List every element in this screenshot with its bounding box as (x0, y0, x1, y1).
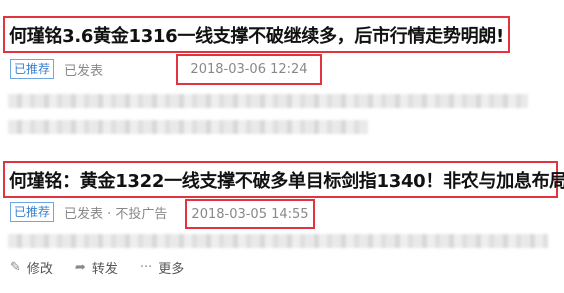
post-action-bar: ✎ 修改 ➦ 转发 ··· 更多 (10, 258, 206, 277)
post-date-highlight: 2018-03-05 14:55 (185, 199, 315, 229)
blurred-excerpt (8, 234, 548, 248)
recommended-badge: 已推荐 (10, 59, 55, 79)
post-date: 2018-03-06 12:24 (190, 62, 308, 77)
post-meta: 已推荐 已发表 · 不投广告 (10, 201, 167, 223)
post-date: 2018-03-05 14:55 (191, 206, 309, 222)
post-title-highlight[interactable]: 何瑾铭：黄金1322一线支撑不破多单目标剑指1340！非农与加息布局 (3, 161, 564, 198)
forward-button[interactable]: ➦ 转发 (75, 258, 118, 277)
edit-label: 修改 (26, 262, 53, 277)
forward-label: 转发 (91, 262, 118, 277)
more-label: 更多 (158, 262, 185, 277)
post-title[interactable]: 何瑾铭3.6黄金1316一线支撑不破继续多，后市行情走势明朗! (9, 22, 504, 48)
post-meta: 已推荐 已发表 (10, 58, 103, 80)
blurred-excerpt (8, 94, 528, 108)
post-title-highlight[interactable]: 何瑾铭3.6黄金1316一线支撑不破继续多，后市行情走势明朗! (3, 16, 510, 53)
blurred-excerpt (8, 120, 368, 134)
ellipsis-icon: ··· (139, 260, 153, 275)
share-arrow-icon: ➦ (74, 260, 86, 275)
pencil-icon: ✎ (10, 260, 21, 275)
post-date-highlight: 2018-03-06 12:24 (176, 54, 322, 85)
recommended-badge: 已推荐 (10, 202, 55, 222)
post-status: 已发表 (64, 63, 104, 79)
post-title[interactable]: 何瑾铭：黄金1322一线支撑不破多单目标剑指1340！非农与加息布局 (9, 167, 564, 193)
post-status: 已发表 · 不投广告 (64, 206, 168, 222)
edit-button[interactable]: ✎ 修改 (10, 258, 53, 277)
more-button[interactable]: ··· 更多 (140, 258, 184, 277)
